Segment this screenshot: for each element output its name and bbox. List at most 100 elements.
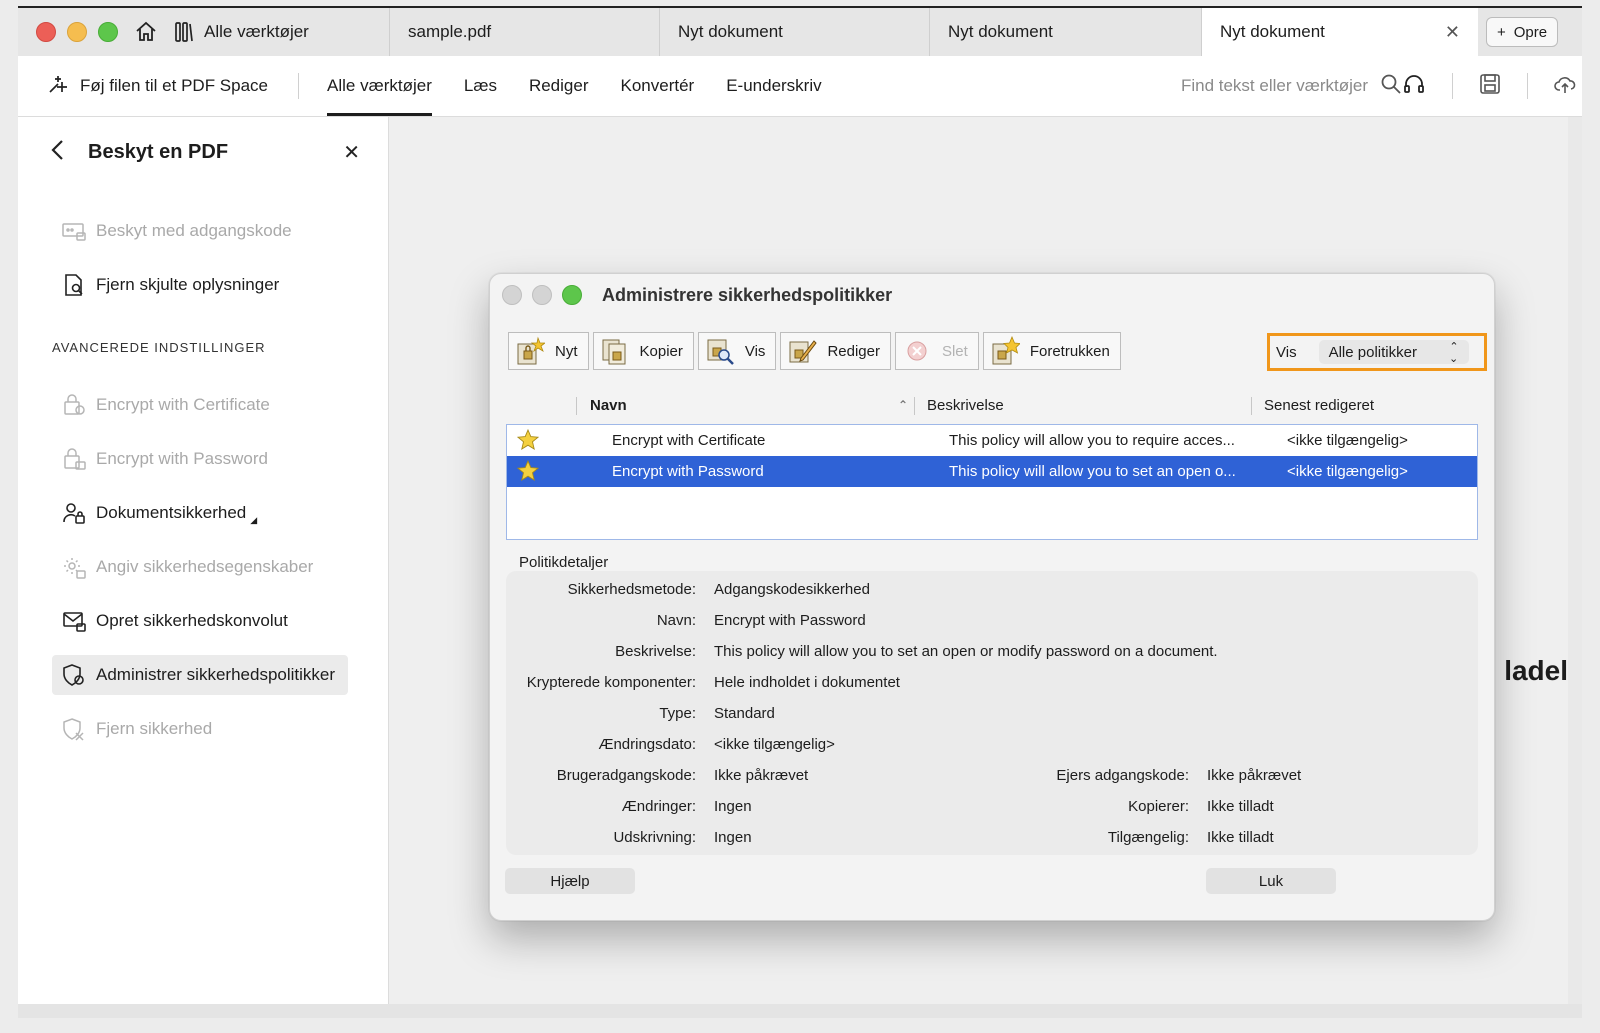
zoom-window-button[interactable] — [98, 22, 118, 42]
menu-esign[interactable]: E-underskriv — [726, 56, 821, 116]
detail-key-user-password: Brugeradgangskode: — [556, 767, 696, 784]
menu-all-tools[interactable]: Alle værktøjer — [327, 56, 432, 116]
detail-key-changes: Ændringer: — [621, 798, 696, 815]
item-label: Fjern sikkerhed — [96, 719, 213, 738]
document-peek-text: ladel — [1504, 655, 1568, 686]
minimize-window-button[interactable] — [67, 22, 87, 42]
detail-key-accessible: Tilgængelig: — [1107, 829, 1189, 846]
remove-security-item[interactable]: Fjern sikkerhed — [52, 709, 348, 749]
detail-key-method: Sikkerhedsmetode: — [567, 581, 696, 598]
button-label: Vis — [744, 342, 766, 360]
remove-hidden-info-item[interactable]: Fjern skjulte oplysninger — [52, 265, 348, 305]
new-policy-icon — [515, 336, 545, 366]
user-lock-icon — [62, 501, 86, 525]
policy-details-heading: Politikdetaljer — [519, 554, 609, 571]
detail-key-modified-date: Ændringsdato: — [598, 736, 696, 753]
edit-policy-icon — [787, 336, 818, 366]
tab-bar: Alle værktøjer sample.pdf Nyt dokument N… — [18, 8, 1582, 56]
favorite-policy-icon — [990, 336, 1020, 366]
header-label: Senest redigeret — [1264, 396, 1375, 414]
delete-icon — [902, 336, 932, 366]
item-label: Opret sikkerhedskonvolut — [96, 611, 288, 630]
tab-new-document-2[interactable]: Nyt dokument — [930, 8, 1202, 56]
add-to-pdf-space-button[interactable]: Føj filen til et PDF Space — [46, 72, 268, 101]
dialog-minimize-button[interactable] — [532, 285, 552, 305]
search-field[interactable]: Find tekst eller værktøjer — [1181, 56, 1402, 116]
panel-header: Beskyt en PDF ✕ — [50, 139, 360, 166]
detail-value-changes: Ingen — [714, 798, 752, 815]
policy-details-panel: Sikkerhedsmetode: Adgangskodesikkerhed N… — [506, 571, 1478, 855]
new-policy-button[interactable]: Nyt — [508, 332, 589, 370]
new-tab-button[interactable]: + Opre — [1486, 17, 1559, 47]
save-icon[interactable] — [1479, 73, 1501, 100]
close-dialog-button[interactable]: Luk — [1206, 868, 1336, 894]
detail-key-name: Navn: — [656, 612, 696, 629]
new-tab-label: Opre — [1513, 23, 1548, 41]
home-icon[interactable] — [132, 18, 160, 46]
item-label: Encrypt with Password — [96, 449, 268, 468]
star-icon — [516, 459, 540, 486]
close-tab-icon[interactable]: ✕ — [1445, 22, 1460, 43]
copy-policy-button[interactable]: Kopier — [592, 332, 694, 370]
table-row-selected[interactable]: Encrypt with Password This policy will a… — [507, 456, 1477, 487]
detail-value-type: Standard — [714, 705, 775, 722]
tab-new-document-1[interactable]: Nyt dokument — [660, 8, 930, 56]
detail-key-type: Type: — [659, 705, 696, 722]
toolbar-divider — [1452, 73, 1453, 99]
add-space-icon — [46, 72, 70, 101]
item-label: Encrypt with Certificate — [96, 395, 270, 414]
encrypt-with-password-item[interactable]: Encrypt with Password — [52, 439, 348, 479]
table-row[interactable]: Encrypt with Certificate This policy wil… — [507, 425, 1477, 456]
tab-label: sample.pdf — [408, 22, 492, 41]
submenu-indicator-icon: ◢ — [250, 514, 258, 525]
menu-edit[interactable]: Rediger — [529, 56, 589, 116]
policy-name: Encrypt with Password — [612, 463, 764, 480]
search-icon[interactable] — [1380, 73, 1402, 100]
policy-filter-select[interactable]: Alle politikker ⌃ ⌃ — [1318, 340, 1469, 364]
toolbar-divider — [298, 73, 300, 99]
back-arrow-icon[interactable] — [50, 139, 66, 166]
up-down-chevron-icon: ⌃ ⌃ — [1449, 341, 1459, 364]
tools-icon — [174, 21, 194, 43]
manage-security-policies-item[interactable]: Administrer sikkerhedspolitikker — [52, 655, 348, 695]
menu-read[interactable]: Læs — [464, 56, 497, 116]
policy-filter-group: Vis Alle politikker ⌃ ⌃ — [1267, 333, 1487, 371]
toolbar-divider — [1527, 73, 1528, 99]
cloud-upload-icon[interactable] — [1554, 73, 1576, 100]
button-label: Nyt — [555, 342, 578, 360]
detail-value-copy: Ikke tilladt — [1207, 798, 1274, 815]
tab-all-tools[interactable]: Alle værktøjer — [160, 8, 390, 56]
column-header-description[interactable]: Beskrivelse — [927, 390, 1004, 420]
main-toolbar: Føj filen til et PDF Space Alle værktøje… — [18, 56, 1582, 117]
column-header-modified[interactable]: Senest redigeret — [1264, 390, 1374, 420]
menu-convert[interactable]: Konvertér — [621, 56, 695, 116]
set-security-properties-item[interactable]: Angiv sikkerhedsegenskaber — [52, 547, 348, 587]
close-panel-icon[interactable]: ✕ — [343, 140, 360, 165]
document-security-item[interactable]: Dokumentsikkerhed ◢ — [52, 493, 348, 533]
item-label: Fjern skjulte oplysninger — [96, 275, 280, 294]
protect-with-password-item[interactable]: Beskyt med adgangskode — [52, 211, 348, 251]
column-divider — [576, 397, 577, 415]
detail-value-printing: Ingen — [714, 829, 752, 846]
edit-policy-button[interactable]: Rediger — [780, 332, 891, 370]
detail-key-owner-password: Ejers adgangskode: — [1056, 767, 1189, 784]
help-button[interactable]: Hjælp — [505, 868, 635, 894]
dialog-toolbar: Nyt Kopier Vis Rediger Slet Foretrukken — [508, 332, 1121, 370]
document-search-icon — [62, 273, 86, 297]
favorite-policy-button[interactable]: Foretrukken — [982, 332, 1121, 370]
header-label: Navn — [590, 396, 627, 414]
view-policy-button[interactable]: Vis — [697, 332, 777, 370]
detail-value-encrypted-components: Hele indholdet i dokumentet — [714, 674, 900, 691]
item-label: Administrer sikkerhedspolitikker — [96, 665, 336, 684]
create-security-envelope-item[interactable]: Opret sikkerhedskonvolut — [52, 601, 348, 641]
headphones-icon[interactable] — [1402, 72, 1426, 101]
dialog-close-button[interactable] — [502, 285, 522, 305]
dialog-zoom-button[interactable] — [562, 285, 582, 305]
tab-new-document-3[interactable]: Nyt dokument ✕ — [1202, 8, 1478, 56]
close-window-button[interactable] — [36, 22, 56, 42]
column-header-name[interactable]: Navn ⌃ — [590, 390, 910, 420]
encrypt-with-certificate-item[interactable]: Encrypt with Certificate — [52, 385, 348, 425]
delete-policy-button[interactable]: Slet — [894, 332, 979, 370]
tab-sample-pdf[interactable]: sample.pdf — [390, 8, 660, 56]
protect-pdf-panel: Beskyt en PDF ✕ Beskyt med adgangskode F… — [18, 117, 389, 1018]
